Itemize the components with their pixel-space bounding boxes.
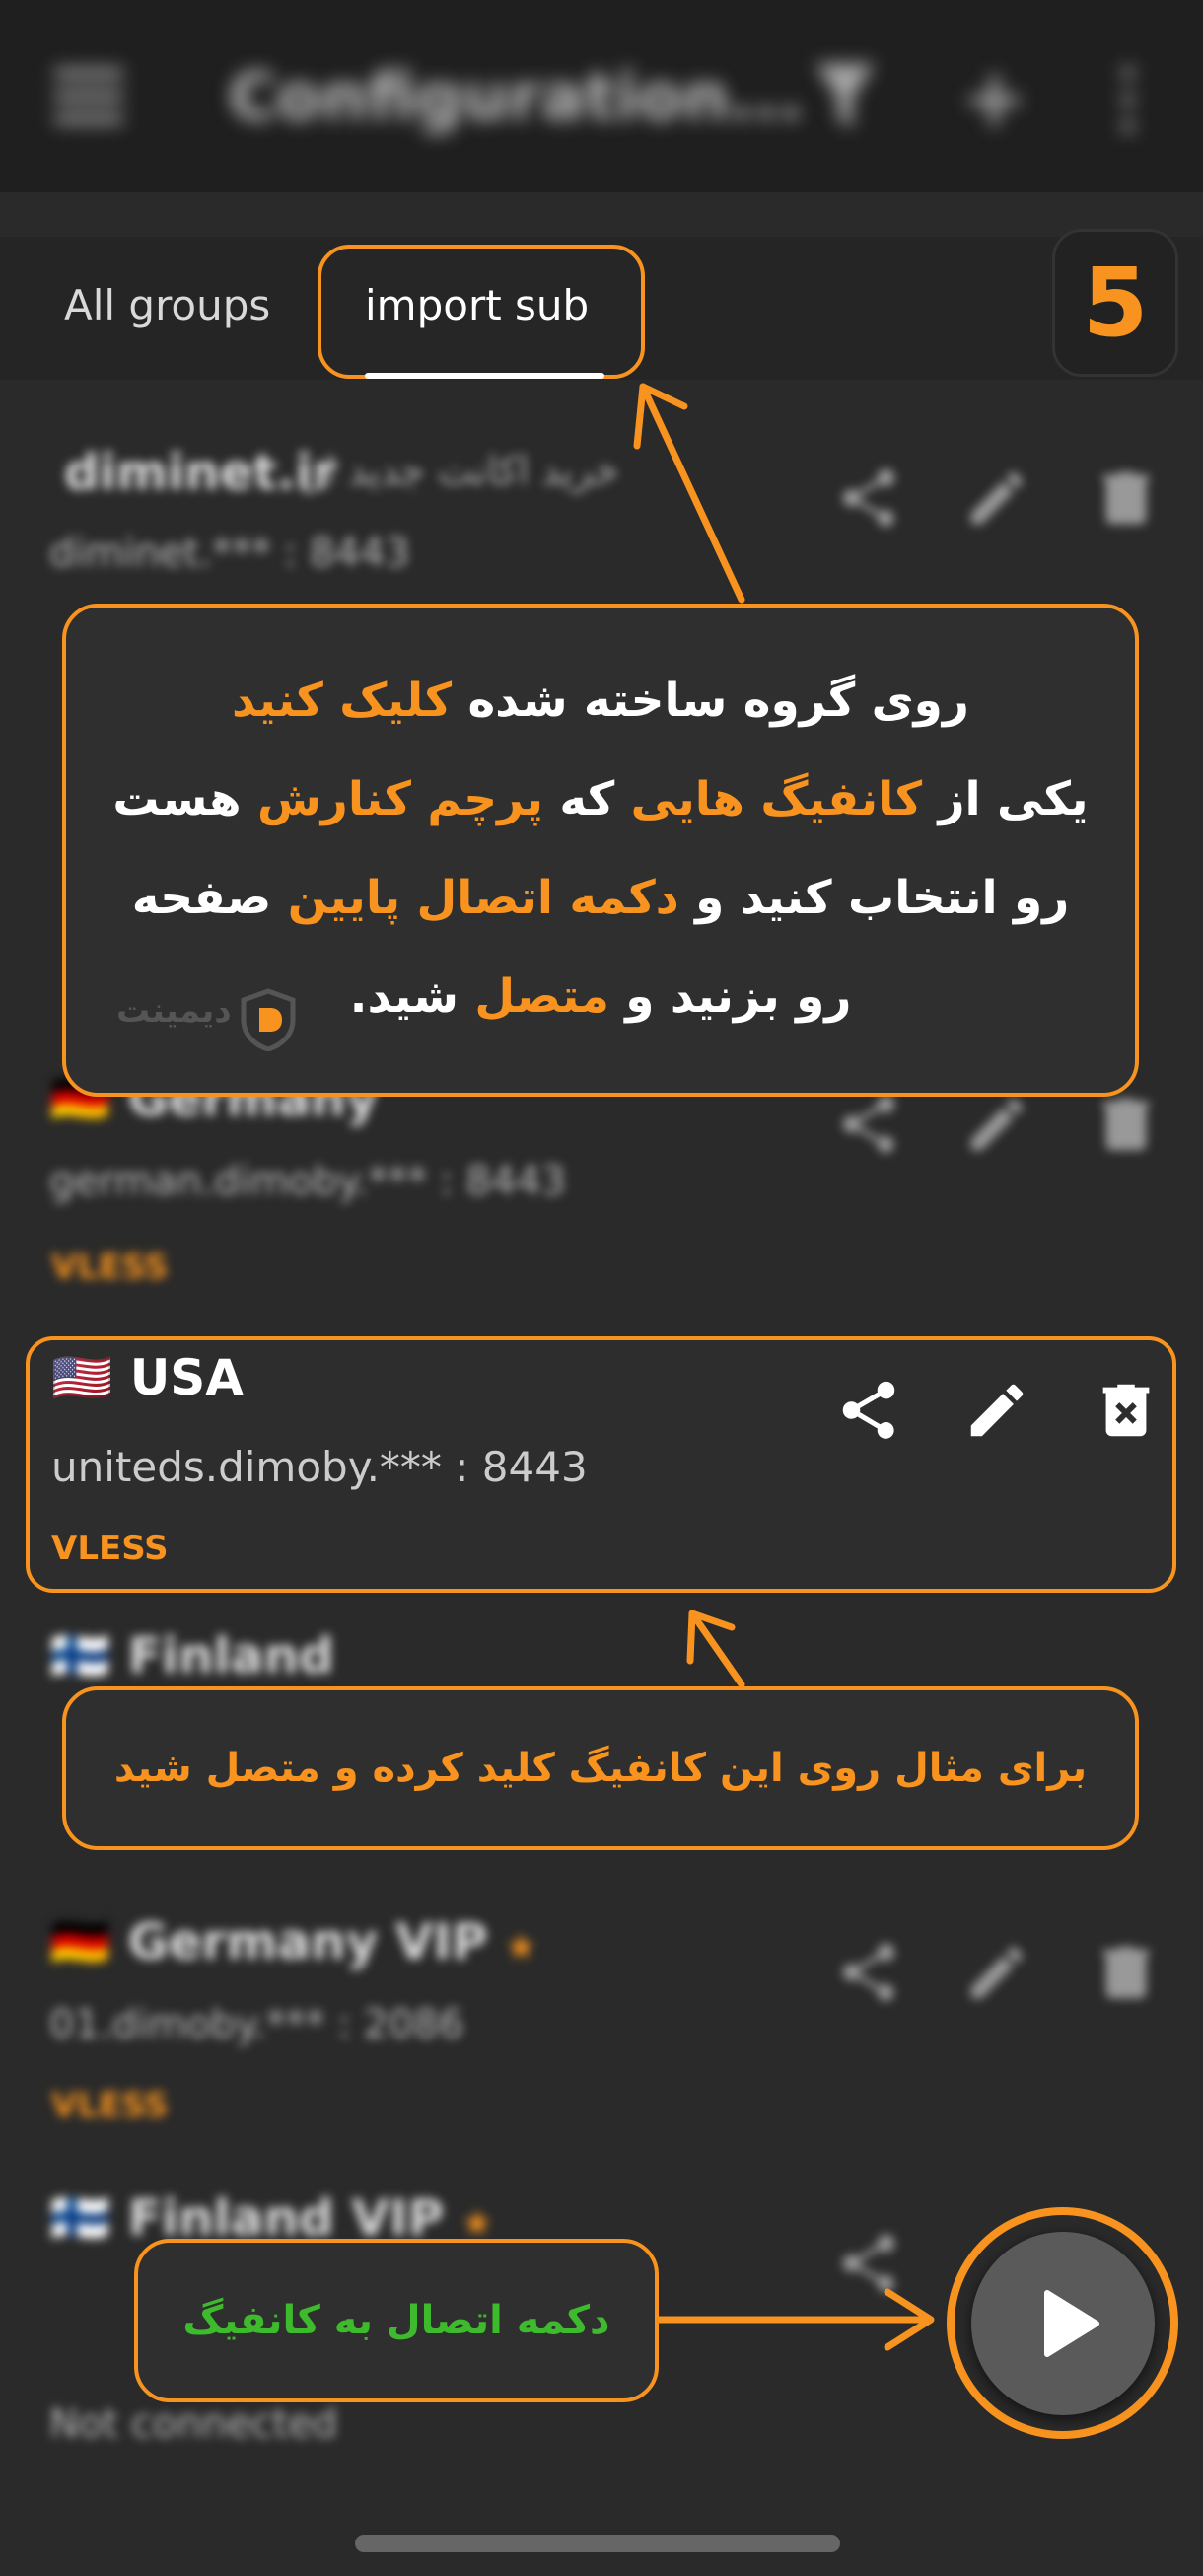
connection-status: Not connected [49,2401,338,2447]
delete-icon[interactable] [1092,464,1161,533]
tab-all-groups[interactable]: All groups [64,281,270,329]
add-icon[interactable]: + [961,59,1027,138]
row-name: diminet.ir [64,444,337,501]
list-item[interactable]: 🇩🇪 Germany VIP ★ 01.dimoby.*** : 2086 VL… [0,1903,1203,2145]
edit-icon[interactable] [962,1938,1031,2007]
row-note: خرید اکانت جدید از [306,449,620,494]
instruction-line-2: یکی از کانفیگ هایی که پرچم کنارش هست [112,772,1089,826]
play-icon [1044,2290,1099,2357]
edit-icon[interactable] [962,464,1031,533]
share-icon[interactable] [834,464,903,533]
example-callout: برای مثال روی این کانفیگ کلید کرده و متص… [62,1686,1139,1850]
row-address: uniteds.dimoby.*** : 8443 [51,1443,588,1491]
flag-finland: 🇫🇮 [49,1627,111,1684]
connect-button[interactable] [971,2232,1155,2415]
flag-usa: 🇺🇸 [51,1349,113,1406]
flag-germany: 🇩🇪 [49,1913,111,1970]
instruction-line-1: روی گروه ساخته شده کلیک کنید [232,674,969,728]
home-indicator[interactable] [355,2535,840,2552]
menu-icon[interactable] [54,69,123,128]
page-title: Configuration... [229,59,804,135]
more-icon[interactable] [1118,67,1138,132]
row-name: 🇺🇸 USA [51,1349,244,1406]
tab-selected-indicator [365,373,604,379]
delete-icon[interactable] [1092,1938,1161,2007]
star-icon: ★ [505,1927,537,1968]
instruction-line-3: رو انتخاب کنید و دکمه اتصال پایین صفحه [131,871,1070,925]
flag-finland: 🇫🇮 [49,2189,111,2247]
delete-icon[interactable] [1092,1376,1161,1445]
brand-shield-icon [241,988,296,1051]
row-protocol: VLESS [51,1529,169,1568]
list-item[interactable]: 🇫🇮 Finland [0,1617,1203,1696]
list-item[interactable]: diminet.ir خرید اکانت جدید از diminet.**… [0,424,1203,602]
share-icon[interactable] [834,1376,903,1445]
share-icon[interactable] [834,2229,903,2298]
star-icon: ★ [460,2203,493,2244]
edit-icon[interactable] [962,1090,1031,1159]
row-address: german.dimoby.*** : 8443 [49,1159,567,1204]
brand-logo: دیمینت [116,991,232,1031]
step-number-badge: 5 [1052,229,1178,377]
tab-import-sub[interactable]: import sub [365,281,589,329]
row-address: diminet.*** : 8443 [49,531,410,576]
row-name: 🇫🇮 Finland [49,1627,334,1684]
app-bar-content: Configuration... + [0,0,1203,192]
row-address: 01.dimoby.*** : 2086 [49,2002,464,2047]
edit-icon[interactable] [962,1376,1031,1445]
share-icon[interactable] [834,1938,903,2007]
delete-icon[interactable] [1092,1090,1161,1159]
filter-icon[interactable] [811,59,880,138]
row-protocol: VLESS [51,2086,169,2125]
connect-button-callout: دکمه اتصال به کانفیگ [134,2239,659,2402]
row-protocol: VLESS [51,1248,169,1287]
row-name: 🇩🇪 Germany VIP ★ [49,1913,537,1970]
share-icon[interactable] [834,1090,903,1159]
